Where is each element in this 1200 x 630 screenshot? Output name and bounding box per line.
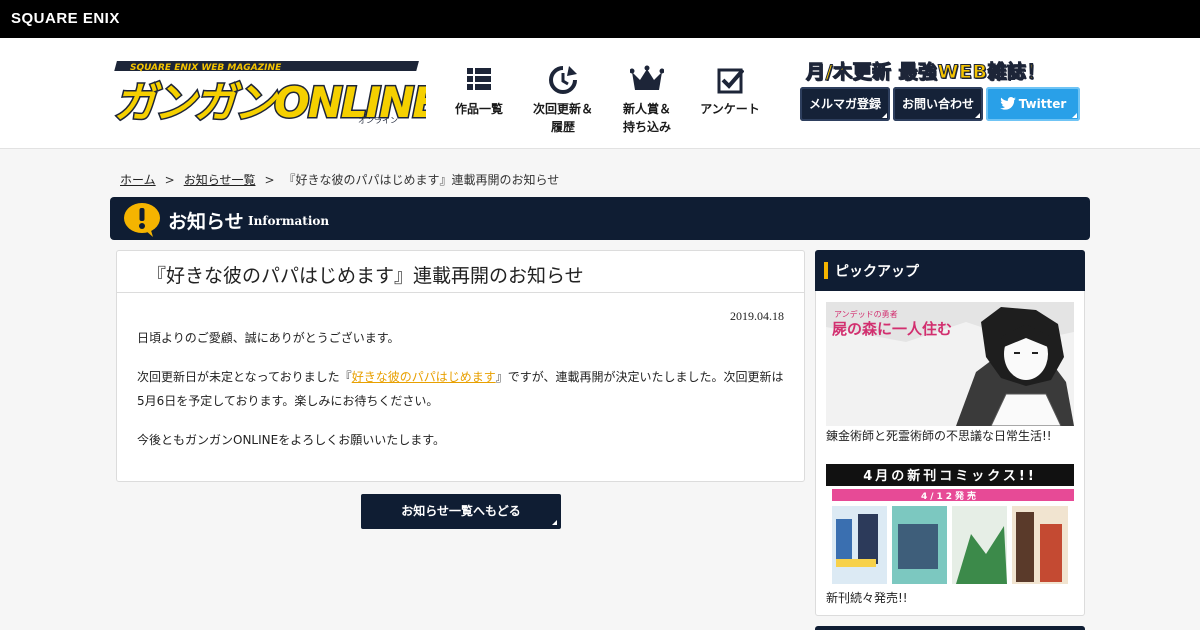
paragraph-text: 次回更新日が未定となっておりました『 xyxy=(137,370,352,384)
nav-works[interactable]: 作品一覧 xyxy=(439,64,519,118)
crown-icon xyxy=(630,65,664,90)
pickup-banner-manga[interactable]: アンデッドの勇者 屍の森に一人住む xyxy=(826,302,1074,426)
article-title: 『好きな彼のパパはじめます』連載再開のお知らせ xyxy=(147,265,584,287)
twitter-button-label: Twitter xyxy=(1018,97,1067,111)
breadcrumb-separator: > xyxy=(264,173,275,187)
section-header: お知らせ Information xyxy=(110,197,1090,240)
twitter-button[interactable]: Twitter xyxy=(986,87,1080,121)
twitter-bird-icon xyxy=(999,97,1016,110)
corporate-bar: SQUARE ENIX xyxy=(0,0,1200,38)
article-paragraph: 今後ともガンガンONLINEをよろしくお願いいたします。 xyxy=(137,433,446,447)
pickup-sidebar: ピックアップ アンデッドの勇者 屍の森に一人住む 錬金術師と死霊術師の不思議な日… xyxy=(815,250,1085,616)
nav-survey-label: アンケート xyxy=(700,102,760,116)
breadcrumb-current: 『好きな彼のパパはじめます』連載再開のお知らせ xyxy=(283,173,560,187)
sidebar-title: ピックアップ xyxy=(835,264,919,280)
banner-date-text: 4/12発売 xyxy=(921,490,979,502)
pickup-caption[interactable]: 錬金術師と死霊術師の不思議な日常生活!! xyxy=(826,427,1052,444)
breadcrumb-news-list[interactable]: お知らせ一覧 xyxy=(184,173,256,187)
nav-update-label: 次回更新＆ 履歴 xyxy=(532,102,593,134)
breadcrumb-home[interactable]: ホーム xyxy=(120,173,156,187)
breadcrumb-separator: > xyxy=(164,173,175,187)
back-to-news-list-button[interactable]: お知らせ一覧へもどる xyxy=(361,494,561,529)
nav-update-history[interactable]: 次回更新＆ 履歴 xyxy=(523,64,603,136)
section-title: お知らせ xyxy=(168,211,244,233)
grid-list-icon xyxy=(467,68,491,90)
nav-newcomer-award[interactable]: 新人賞＆ 持ち込み xyxy=(607,64,687,136)
article-card: 『好きな彼のパパはじめます』連載再開のお知らせ 2019.04.18 日頃よりの… xyxy=(116,250,805,482)
mailmag-button[interactable]: メルマガ登録 xyxy=(800,87,890,121)
nav-survey[interactable]: アンケート xyxy=(690,64,770,118)
logo-kana: オンライン xyxy=(358,116,398,125)
tagline: 月/木更新 最強WEB雑誌！ xyxy=(806,61,1046,84)
pickup-caption[interactable]: 新刊続々発売!! xyxy=(826,589,908,606)
clock-arrow-icon xyxy=(549,66,577,94)
square-enix-logo[interactable]: SQUARE ENIX xyxy=(11,10,120,27)
nav-newcomer-label: 新人賞＆ 持ち込み xyxy=(622,102,671,134)
banner-title-text: 屍の森に一人住む xyxy=(832,320,952,338)
gangan-online-logo[interactable]: SQUARE ENIX WEB MAGAZINE ガンガンONLINE オンライ… xyxy=(110,57,426,125)
nav-works-label: 作品一覧 xyxy=(454,102,503,116)
next-sidebar-block xyxy=(815,626,1085,630)
article-divider xyxy=(117,292,804,293)
section-subtitle: Information xyxy=(248,214,330,228)
series-link[interactable]: 好きな彼のパパはじめます xyxy=(352,370,496,384)
site-header: SQUARE ENIX WEB MAGAZINE ガンガンONLINE オンライ… xyxy=(0,38,1200,149)
article-paragraph: 次回更新日が未定となっておりました『好きな彼のパパはじめます』ですが、連載再開が… xyxy=(137,365,787,413)
checkbox-icon xyxy=(717,68,744,94)
article-date: 2019.04.18 xyxy=(730,309,784,323)
exclamation-bubble-icon xyxy=(124,203,160,237)
banner-title-text: 4月の新刊コミックス!! xyxy=(863,468,1037,484)
sidebar-accent-bar xyxy=(824,262,828,279)
logo-subtitle: SQUARE ENIX WEB MAGAZINE xyxy=(130,63,282,73)
breadcrumb: ホーム > お知らせ一覧 > 『好きな彼のパパはじめます』連載再開のお知らせ xyxy=(120,171,559,188)
banner-small-text: アンデッドの勇者 xyxy=(834,309,898,319)
contact-button[interactable]: お問い合わせ xyxy=(893,87,983,121)
article-paragraph: 日頃よりのご愛顧、誠にありがとうございます。 xyxy=(137,331,400,345)
pickup-banner-new-comics[interactable]: 4月の新刊コミックス!! 4/12発売 xyxy=(826,464,1074,588)
sidebar-header: ピックアップ xyxy=(815,250,1085,291)
